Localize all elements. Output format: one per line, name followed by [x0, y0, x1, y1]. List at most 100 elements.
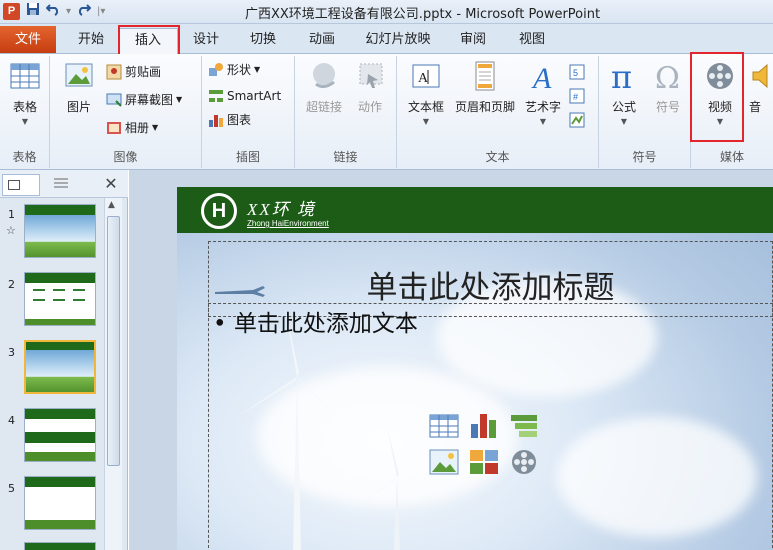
slide-thumbnail-2[interactable]	[24, 272, 96, 326]
group-label-media: 媒体	[719, 150, 744, 164]
group-links: 超链接 动作 链接	[295, 56, 397, 168]
textbox-button[interactable]: A 文本框 ▼	[401, 60, 451, 126]
tab-view[interactable]: 视图	[512, 28, 552, 54]
insert-content-icons	[429, 412, 541, 480]
powerpoint-app-icon[interactable]: P	[3, 3, 20, 20]
insert-clipart-icon[interactable]	[469, 448, 499, 476]
slide-number-1: 1	[8, 208, 15, 221]
slide-number-2: 2	[8, 278, 15, 291]
shapes-button[interactable]: 形状 ▼	[208, 60, 260, 80]
chevron-down-icon: ▼	[254, 65, 261, 74]
table-button[interactable]: 表格 ▼	[2, 60, 48, 126]
film-reel-icon	[704, 60, 736, 92]
insert-chart-icon[interactable]	[469, 412, 499, 440]
screenshot-button[interactable]: 屏幕截图 ▼	[106, 90, 182, 110]
slide-thumbnail-6[interactable]	[24, 542, 96, 550]
video-button[interactable]: 视频 ▼	[697, 60, 743, 126]
slide-header-bar: H XX环 境 Zhong HaiEnvironment	[177, 187, 773, 233]
slide-thumbnail-3[interactable]	[24, 340, 96, 394]
smartart-icon	[208, 88, 224, 104]
redo-icon[interactable]	[75, 2, 93, 23]
close-icon[interactable]: ✕	[102, 174, 120, 194]
save-icon[interactable]	[24, 2, 42, 23]
chevron-down-icon: ▼	[422, 117, 430, 126]
chart-button[interactable]: 图表	[208, 110, 251, 130]
album-icon	[106, 120, 122, 136]
tab-home[interactable]: 开始	[66, 28, 116, 54]
omega-icon: Ω	[652, 60, 684, 96]
tab-design[interactable]: 设计	[186, 28, 226, 54]
content-placeholder-text: • 单击此处添加文本	[213, 311, 418, 337]
date-time-button[interactable]: 5	[569, 62, 585, 82]
insert-smartart-icon[interactable]	[509, 412, 539, 440]
screenshot-icon	[106, 92, 122, 108]
undo-icon[interactable]	[44, 2, 62, 23]
action-icon	[354, 60, 386, 92]
tab-slideshow[interactable]: 幻灯片放映	[361, 28, 435, 54]
slide-thumbnail-1[interactable]	[24, 204, 96, 258]
scroll-up-icon[interactable]: ▲	[108, 200, 115, 210]
chevron-down-icon[interactable]: ▾	[64, 2, 73, 22]
insert-media-icon[interactable]	[509, 448, 539, 476]
tab-outline[interactable]	[44, 174, 78, 196]
textbox-icon: A	[410, 60, 442, 92]
tab-file[interactable]: 文件	[0, 26, 56, 53]
hyperlink-button[interactable]: 超链接	[301, 60, 347, 115]
thumbnail-scrollbar[interactable]: ▲	[104, 198, 122, 550]
group-label-tables: 表格	[12, 150, 37, 164]
group-label-illustrations: 插图	[235, 150, 260, 164]
tab-animations[interactable]: 动画	[302, 28, 342, 54]
slide-number-4: 4	[8, 414, 15, 427]
smartart-label: SmartArt	[227, 89, 282, 103]
insert-table-icon[interactable]	[429, 412, 459, 440]
slide-number-button[interactable]: #	[569, 86, 585, 106]
tab-transitions[interactable]: 切换	[243, 28, 283, 54]
tab-insert[interactable]: 插入	[118, 28, 178, 55]
chart-icon	[208, 112, 224, 128]
customize-qat-icon[interactable]: |▾	[95, 2, 107, 22]
tab-review[interactable]: 审阅	[453, 28, 493, 54]
thumbnail-pane-header: ✕	[0, 170, 128, 198]
header-footer-button[interactable]: 页眉和页脚	[451, 60, 519, 115]
slide-thumbnail-4[interactable]	[24, 408, 96, 462]
slide-thumbnail-5[interactable]	[24, 476, 96, 530]
slide-number-icon: #	[569, 88, 585, 104]
company-logo: H	[201, 193, 237, 229]
svg-text:A: A	[418, 71, 429, 86]
object-button[interactable]	[569, 110, 585, 130]
chevron-down-icon: ▼	[152, 123, 159, 132]
speaker-icon	[749, 60, 773, 92]
chevron-down-icon: ▼	[539, 117, 547, 126]
scrollbar-thumb[interactable]	[107, 216, 120, 466]
hyperlink-label: 超链接	[305, 100, 342, 114]
picture-button[interactable]: 图片	[56, 60, 102, 115]
album-button[interactable]: 相册 ▼	[106, 118, 158, 138]
ribbon-tabs: 文件 开始 插入 设计 切换 动画 幻灯片放映 审阅 视图	[0, 24, 773, 55]
audio-label: 音	[749, 100, 762, 114]
symbol-button[interactable]: Ω 符号	[645, 60, 691, 115]
group-symbols: π 公式 ▼ Ω 符号 符号	[599, 56, 691, 168]
group-illustrations: 形状 ▼ SmartArt 图表 插图	[202, 56, 295, 168]
chevron-down-icon: ▼	[716, 117, 724, 126]
action-button[interactable]: 动作	[347, 60, 393, 115]
group-tables: 表格 ▼ 表格	[0, 56, 50, 168]
svg-text:A: A	[531, 62, 552, 92]
shapes-label: 形状	[227, 63, 252, 77]
title-placeholder-text: 单击此处添加标题	[366, 270, 615, 306]
current-slide[interactable]: H XX环 境 Zhong HaiEnvironment 单击此处添加标题 • …	[177, 187, 773, 550]
wordart-button[interactable]: A 艺术字 ▼	[519, 60, 567, 126]
smartart-button[interactable]: SmartArt	[208, 86, 281, 106]
insert-picture-icon[interactable]	[429, 448, 459, 476]
shapes-icon	[208, 62, 224, 78]
svg-text:Ω: Ω	[655, 61, 680, 92]
object-icon	[569, 112, 585, 128]
company-title: XX环 境	[247, 200, 317, 219]
equation-button[interactable]: π 公式 ▼	[601, 58, 647, 126]
tab-slides[interactable]	[2, 174, 40, 196]
clipart-button[interactable]: 剪贴画	[106, 62, 161, 82]
audio-button[interactable]: 音	[749, 60, 773, 115]
table-icon	[9, 60, 41, 92]
video-label: 视频	[707, 100, 732, 114]
company-subtitle: Zhong HaiEnvironment	[247, 219, 329, 228]
album-label: 相册	[125, 121, 150, 135]
